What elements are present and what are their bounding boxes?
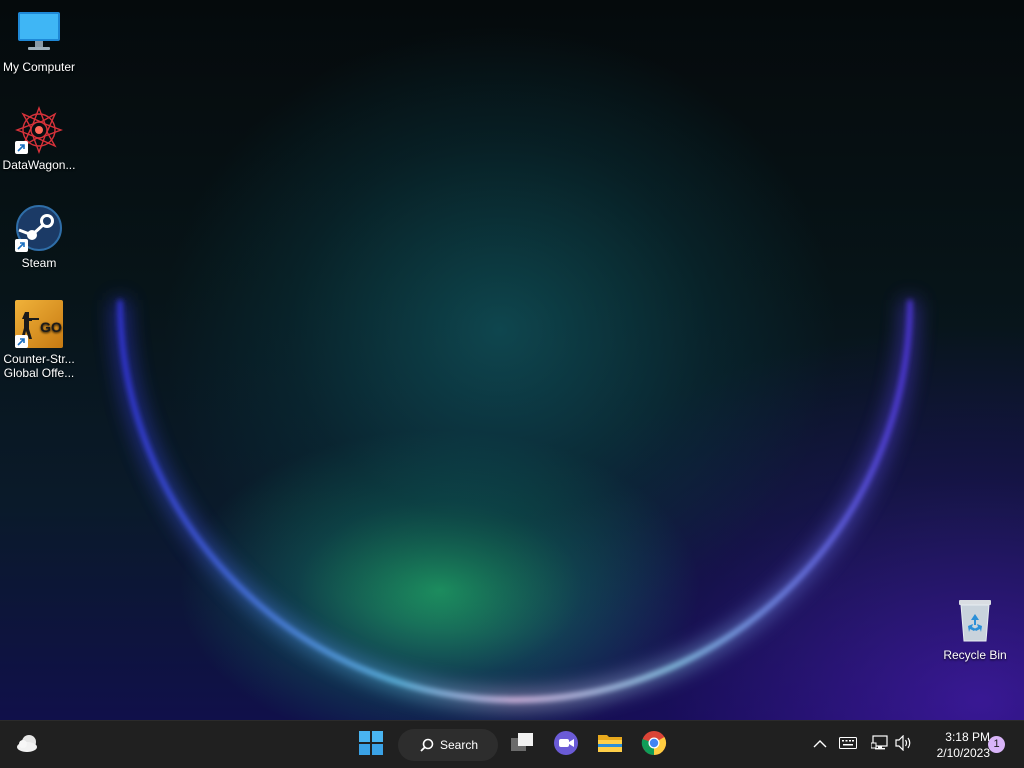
taskbar-meet[interactable] [548, 727, 584, 763]
desktop-icon-label: Counter-Str... Global Offe... [3, 352, 75, 380]
desktop-icon-steam[interactable]: Steam [0, 204, 78, 270]
shortcut-arrow-icon [15, 141, 28, 154]
video-chat-icon [553, 730, 579, 761]
desktop-icon-recycle-bin[interactable]: Recycle Bin [936, 596, 1014, 662]
desktop-icon-my-computer[interactable]: My Computer [0, 8, 78, 74]
search-button[interactable]: Search [398, 729, 498, 761]
folder-icon [597, 731, 623, 760]
search-label: Search [440, 738, 479, 752]
notification-badge[interactable]: 1 [988, 736, 1005, 753]
chevron-up-icon [813, 736, 827, 754]
tray-overflow-button[interactable] [808, 733, 832, 757]
tray-keyboard-button[interactable] [836, 733, 860, 757]
csgo-logo-text: GO [40, 319, 62, 335]
taskbar-chrome[interactable] [636, 727, 672, 763]
desktop-icon-csgo[interactable]: GO Counter-Str... Global Offe... [0, 300, 78, 380]
desktop-icon-label: DataWagon... [2, 158, 76, 172]
task-view-icon [509, 731, 535, 760]
windows-start-icon [359, 730, 383, 760]
taskbar-file-explorer[interactable] [592, 727, 628, 763]
csgo-icon: GO [15, 300, 63, 348]
keyboard-icon [839, 736, 857, 754]
search-icon [420, 738, 434, 752]
clock-button[interactable]: 3:18 PM 2/10/2023 [920, 729, 990, 761]
speaker-icon [895, 734, 913, 756]
taskbar: Search 3:18 PM 2/10/2023 1 [0, 720, 1024, 768]
clock-time: 3:18 PM [945, 730, 990, 744]
monitor-icon [15, 8, 63, 56]
datawagon-icon [15, 106, 63, 154]
desktop-icon-label: Recycle Bin [943, 648, 1007, 662]
recycle-bin-icon [951, 596, 999, 644]
taskbar-task-view[interactable] [504, 727, 540, 763]
desktop[interactable]: My Computer DataWagon... Steam GO Counte… [0, 0, 1024, 720]
desktop-icon-datawagon[interactable]: DataWagon... [0, 106, 78, 172]
desktop-icon-label: Steam [21, 256, 57, 270]
steam-icon [15, 204, 63, 252]
start-button[interactable] [353, 727, 389, 763]
wallpaper [113, 299, 917, 707]
chrome-icon [641, 730, 667, 761]
weather-icon [15, 730, 41, 761]
network-icon [870, 734, 889, 756]
widgets-button[interactable] [10, 727, 46, 763]
shortcut-arrow-icon [15, 239, 28, 252]
tray-volume-button[interactable] [892, 733, 916, 757]
clock-date: 2/10/2023 [936, 746, 990, 760]
tray-network-button[interactable] [868, 733, 892, 757]
shortcut-arrow-icon [15, 335, 28, 348]
desktop-icon-label: My Computer [2, 60, 76, 74]
